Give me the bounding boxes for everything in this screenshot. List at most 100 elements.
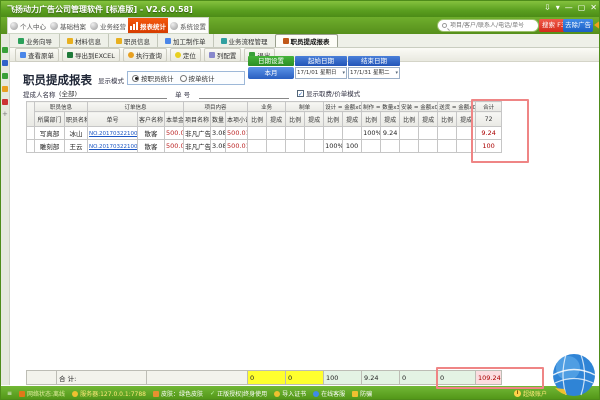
radio-by-staff[interactable]: 按职员统计 [132, 73, 174, 83]
search-input[interactable] [450, 22, 534, 29]
summary-grand-total: 109.24 [476, 371, 502, 385]
col-commission[interactable]: 提成 [457, 112, 476, 127]
view-original-order-button[interactable]: 查看原单 [15, 48, 59, 62]
tab-business-wizard[interactable]: 业务向导 [11, 34, 59, 47]
columns-icon [209, 52, 215, 58]
wizard-icon [18, 38, 24, 44]
network-status: 网络状态:离线 [19, 389, 65, 398]
dock-orange-icon[interactable] [2, 86, 8, 92]
anti-fraud-button[interactable]: 防骗 [352, 389, 372, 398]
col-ratio[interactable]: 比例 [400, 112, 419, 127]
nav-system-settings[interactable]: 系统设置 [168, 18, 208, 33]
cell [305, 140, 324, 153]
minimize-button[interactable]: — [565, 3, 573, 13]
maximize-button[interactable]: ▢ [578, 3, 586, 13]
online-support-button[interactable]: 在线客服 [313, 389, 345, 398]
remove-ads-button[interactable]: 去除广告 [563, 19, 593, 32]
cell [267, 140, 286, 153]
col-total-header[interactable]: 72 [476, 112, 502, 127]
dock-add-icon[interactable]: + [2, 110, 8, 118]
app-window: 飞扬动力广告公司管理软件 [标准版] - V2.6.0.58] ⇩ ▾ — ▢ … [0, 0, 600, 400]
user-icon [10, 22, 18, 30]
cell [457, 127, 476, 140]
commission-table: 职员信息 订单信息 项目内容 业务 制单 设计 = 金额x0.2 制作 = 数量… [26, 101, 502, 153]
date-setting-button[interactable]: 日期设置 [248, 56, 294, 66]
cell [438, 127, 457, 140]
import-certificate-button[interactable]: 导入证书 [274, 389, 306, 398]
cell-customer: 散客 [138, 127, 165, 140]
palette-icon [153, 391, 159, 397]
close-button[interactable]: ✕ [590, 3, 597, 13]
tab-material-info[interactable]: 材料信息 [59, 34, 108, 47]
row-selector-header [27, 102, 35, 127]
menu-icon[interactable]: ≡ [7, 390, 12, 397]
col-commission[interactable]: 提成 [381, 112, 400, 127]
main-nav-bar: 个人中心 基础档案 业务经营 报表统计 系统设置 搜索 F3 去 [1, 17, 600, 34]
staff-filter-input[interactable]: (全部) [59, 88, 167, 99]
col-ratio[interactable]: 比例 [324, 112, 343, 127]
col-order-amount[interactable]: 本单金额 [165, 112, 184, 127]
row-selector[interactable] [27, 127, 35, 140]
nav-personal-center[interactable]: 个人中心 [8, 18, 48, 33]
start-date-picker[interactable]: 17/1/01 星期日 ▾ [295, 67, 347, 79]
tab-business-process[interactable]: 业务流程管理 [213, 34, 275, 47]
col-project-name[interactable]: 项目名称 [184, 112, 211, 127]
dock-blue-icon[interactable] [2, 60, 8, 66]
check-icon: ✓ [210, 390, 215, 397]
skin-setting[interactable]: 皮肤：绿色皮肤 [153, 389, 203, 398]
end-date-picker[interactable]: 17/1/31 星期二 ▾ [348, 67, 400, 79]
col-subtotal[interactable]: 本项小计 [226, 112, 248, 127]
row-selector[interactable] [27, 140, 35, 153]
nav-business[interactable]: 业务经营 [88, 18, 128, 33]
column-config-button[interactable]: 列配置 [204, 48, 242, 62]
table-row[interactable]: 写真部 冰山 NO.2017032210032 散客 500.01 非凡广告 3… [27, 127, 502, 140]
lock-icon [352, 391, 358, 397]
nav-report-statistics[interactable]: 报表统计 [128, 18, 168, 33]
cell-order-amount: 500.01 [165, 140, 184, 153]
cell [419, 140, 438, 153]
cell [419, 127, 438, 140]
super-account[interactable]: i 超级账户 [514, 389, 547, 398]
export-excel-button[interactable]: 导出到EXCEL [62, 48, 120, 62]
dock-green2-icon[interactable] [2, 73, 8, 79]
summary-sales: 0 [248, 371, 286, 385]
summary-label: 合 计: [57, 371, 147, 385]
display-mode-group: 按职员统计 按单统计 [127, 71, 245, 85]
col-qty[interactable]: 数量 [211, 112, 226, 127]
nav-base-archives[interactable]: 基础档案 [48, 18, 88, 33]
dock-green-icon[interactable] [2, 47, 8, 53]
dock-red-icon[interactable] [2, 99, 8, 105]
col-ratio[interactable]: 比例 [248, 112, 267, 127]
radio-selected-icon [132, 75, 139, 82]
skin-icon[interactable]: ▾ [556, 3, 560, 13]
group-order-entry: 制单 [286, 102, 324, 112]
start-date-label: 起始日期 [295, 56, 347, 66]
col-customer[interactable]: 客户名称 [138, 112, 165, 127]
radio-by-order[interactable]: 按单统计 [180, 73, 215, 83]
col-ratio[interactable]: 比例 [362, 112, 381, 127]
order-filter-input[interactable] [199, 88, 289, 99]
col-ratio[interactable]: 比例 [286, 112, 305, 127]
col-commission[interactable]: 提成 [343, 112, 362, 127]
col-commission[interactable]: 提成 [419, 112, 438, 127]
tab-commission-report[interactable]: 职员提成报表 [275, 34, 338, 47]
col-department[interactable]: 所属部门 [35, 112, 65, 127]
cell [362, 140, 381, 153]
tab-staff-info[interactable]: 职员信息 [108, 34, 157, 47]
order-link[interactable]: NO.2017032210032 [89, 144, 138, 150]
col-commission[interactable]: 提成 [267, 112, 286, 127]
date-preset-dropdown[interactable]: 本月 [248, 67, 294, 79]
run-query-button[interactable]: 执行查询 [123, 48, 167, 62]
col-commission[interactable]: 提成 [305, 112, 324, 127]
tab-production-order[interactable]: 加工制作单 [157, 34, 213, 47]
locate-button[interactable]: 定位 [170, 48, 201, 62]
show-option-checkbox[interactable]: ✓ 显示取费/价单模式 [297, 88, 360, 98]
cell [248, 140, 267, 153]
update-icon[interactable]: ⇩ [544, 3, 551, 13]
col-staff-name[interactable]: 职员名称 [65, 112, 88, 127]
table-row[interactable]: 雕刻部 王云 NO.2017032210032 散客 500.01 非凡广告 3… [27, 140, 502, 153]
order-link[interactable]: NO.2017032210032 [89, 131, 138, 137]
summary-delivery: 0 [438, 371, 476, 385]
col-order-no[interactable]: 单号 [88, 112, 138, 127]
col-ratio[interactable]: 比例 [438, 112, 457, 127]
